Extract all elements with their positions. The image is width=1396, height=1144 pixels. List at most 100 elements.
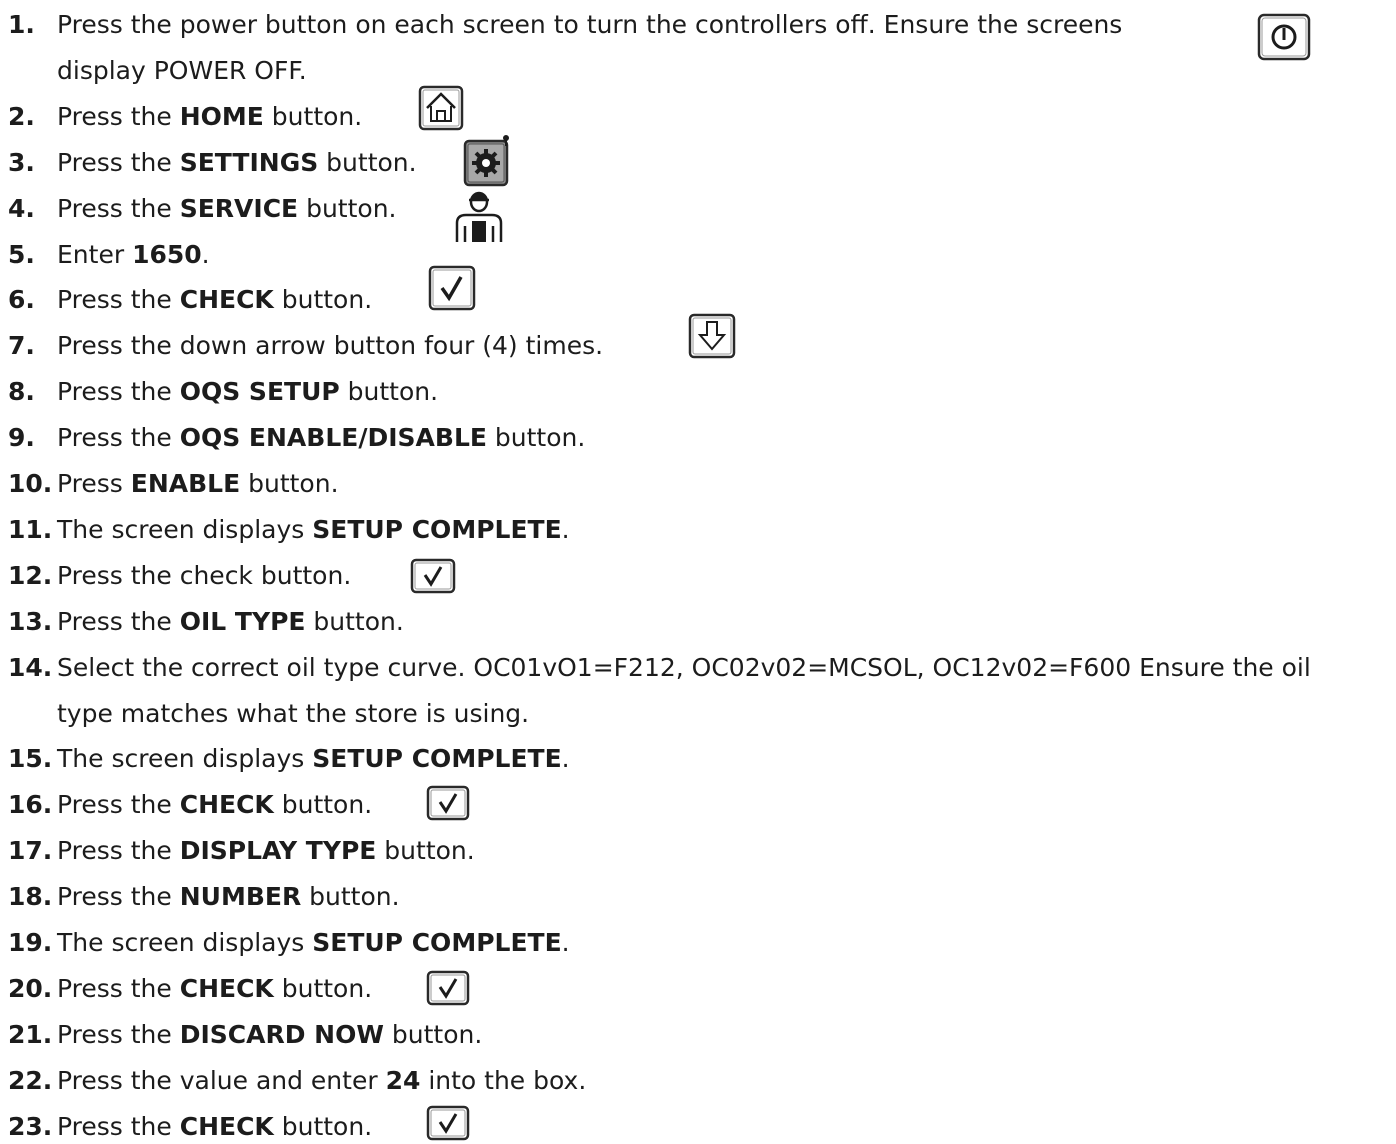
step-text-run: Press the: [57, 377, 180, 407]
step-text-bold: OQS ENABLE/DISABLE: [179, 423, 487, 453]
step-number: 15.: [8, 744, 53, 774]
step-text-bold: DISPLAY TYPE: [179, 836, 377, 866]
check-icon: [426, 785, 470, 821]
step-text-bold: CHECK: [179, 973, 274, 1003]
step-text-run: Press the: [57, 973, 180, 1003]
step-text: Press the NUMBER button.: [57, 882, 400, 911]
step-text-run: button.: [240, 469, 339, 498]
step-number: 12.: [8, 560, 53, 590]
step-text-run: button.: [305, 606, 404, 636]
step-item: 5. Enter 1650.: [8, 238, 210, 272]
step-text-run: button.: [273, 1111, 373, 1141]
step-text: Press the OIL TYPE button.: [57, 607, 404, 636]
step-text-run: Press the power button on each screen to…: [57, 10, 1123, 39]
step-text: Press the CHECK button.: [57, 285, 372, 314]
step-item: 23. Press the CHECK button.: [8, 1110, 372, 1144]
step-text: Press ENABLE button.: [57, 469, 339, 498]
step-item: 21. Press the DISCARD NOW button.: [8, 1018, 482, 1052]
step-item: 1. Press the power button on each screen …: [8, 8, 1122, 42]
step-item: 18. Press the NUMBER button.: [8, 880, 400, 914]
step-item: 6. Press the CHECK button.: [8, 283, 372, 317]
check-icon: [410, 558, 456, 594]
step-item: 14. Select the correct oil type curve. OC…: [8, 651, 1311, 685]
step-number: 9.: [8, 423, 35, 453]
step-text-run: button.: [263, 101, 363, 131]
step-item: 20. Press the CHECK button.: [8, 972, 372, 1006]
step-item: 12. Press the check button.: [8, 559, 351, 593]
instruction-document: 1. Press the power button on each screen …: [0, 0, 1396, 1141]
step-item: 16. Press the CHECK button.: [8, 788, 372, 822]
step-text-bold: HOME: [179, 101, 264, 131]
step-text: Press the DISPLAY TYPE button.: [57, 836, 475, 865]
step-text-bold: OIL TYPE: [179, 606, 306, 636]
step-text-bold: SETUP COMPLETE: [312, 514, 562, 544]
step-continuation: type matches what the store is using.: [57, 698, 530, 728]
step-text-bold: ENABLE: [130, 469, 241, 498]
step-text-bold: CHECK: [179, 1111, 274, 1141]
step-text-run: .: [561, 514, 570, 544]
step-item: 2. Press the HOME button.: [8, 100, 362, 134]
step-text-bold: OQS SETUP: [179, 377, 340, 407]
step-number: 10.: [8, 469, 53, 498]
step-text-run: Enter: [57, 239, 133, 269]
step-text-run: .: [561, 744, 570, 774]
check-icon: [426, 1105, 470, 1141]
step-text: Press the CHECK button.: [57, 1112, 372, 1141]
step-number: 17.: [8, 836, 53, 866]
step-text: Press the CHECK button.: [57, 974, 372, 1003]
step-text-run: Press the: [57, 606, 180, 636]
step-text: Press the HOME button.: [57, 102, 362, 131]
step-text: Enter 1650.: [57, 240, 210, 269]
step-number: 11.: [8, 514, 53, 544]
step-text: Press the SERVICE button.: [57, 194, 397, 223]
step-number: 18.: [8, 882, 53, 912]
step-text-bold: SERVICE: [179, 193, 299, 223]
step-number: 4.: [8, 193, 35, 223]
step-text: The screen displays SETUP COMPLETE.: [57, 744, 570, 773]
step-item: 11. The screen displays SETUP COMPLETE.: [8, 513, 570, 547]
step-text-run: Press the: [57, 1019, 180, 1049]
step-text-run: Press the: [57, 836, 180, 866]
service-technician-icon: [455, 191, 503, 242]
step-text-run: button.: [339, 377, 439, 407]
step-text-run: Press the: [57, 285, 180, 315]
step-item: 4. Press the SERVICE button.: [8, 192, 397, 226]
check-icon: [426, 970, 470, 1006]
check-icon: [428, 265, 476, 311]
step-text: Press the value and enter 24 into the bo…: [57, 1066, 586, 1095]
step-text: Press the CHECK button.: [57, 790, 372, 819]
step-text-run: Press the: [57, 147, 180, 177]
step-text: Press the power button on each screen to…: [57, 10, 1122, 39]
step-item: 3. Press the SETTINGS button.: [8, 146, 417, 180]
down-arrow-icon: [688, 313, 736, 359]
step-number: 2.: [8, 101, 35, 131]
step-item: 10. Press ENABLE button.: [8, 467, 339, 501]
step-item: 8. Press the OQS SETUP button.: [8, 375, 438, 409]
step-text-run: Press the: [57, 423, 180, 453]
step-item: 7. Press the down arrow button four (4) t…: [8, 329, 603, 363]
step-text-bold: SETUP COMPLETE: [312, 928, 562, 957]
step-text-run: Press the: [57, 882, 180, 912]
step-text-bold: 1650: [132, 239, 202, 269]
step-number: 19.: [8, 928, 53, 957]
step-text-run: Press the: [57, 790, 180, 820]
step-number: 14.: [8, 652, 53, 682]
step-text: Press the check button.: [57, 561, 351, 590]
step-number: 7.: [8, 331, 35, 361]
step-text-run: Press: [57, 469, 131, 498]
step-text: Select the correct oil type curve. OC01v…: [57, 653, 1311, 682]
step-text-run: The screen displays: [57, 928, 313, 957]
power-icon: [1257, 13, 1311, 61]
step-item: 22. Press the value and enter 24 into the…: [8, 1064, 586, 1098]
step-item: 13. Press the OIL TYPE button.: [8, 605, 404, 639]
step-text-bold: CHECK: [179, 285, 274, 315]
step-text-run: Press the value and enter: [57, 1065, 386, 1095]
step-text-run: button.: [298, 193, 397, 223]
step-text: The screen displays SETUP COMPLETE.: [57, 515, 570, 544]
step-text-run: button.: [273, 790, 373, 820]
step-text-run: button.: [301, 882, 400, 912]
step-item: 15. The screen displays SETUP COMPLETE.: [8, 742, 570, 776]
step-text-bold: NUMBER: [179, 882, 302, 912]
step-text-run: button.: [383, 1019, 483, 1049]
step-text-bold: 24: [385, 1065, 421, 1095]
